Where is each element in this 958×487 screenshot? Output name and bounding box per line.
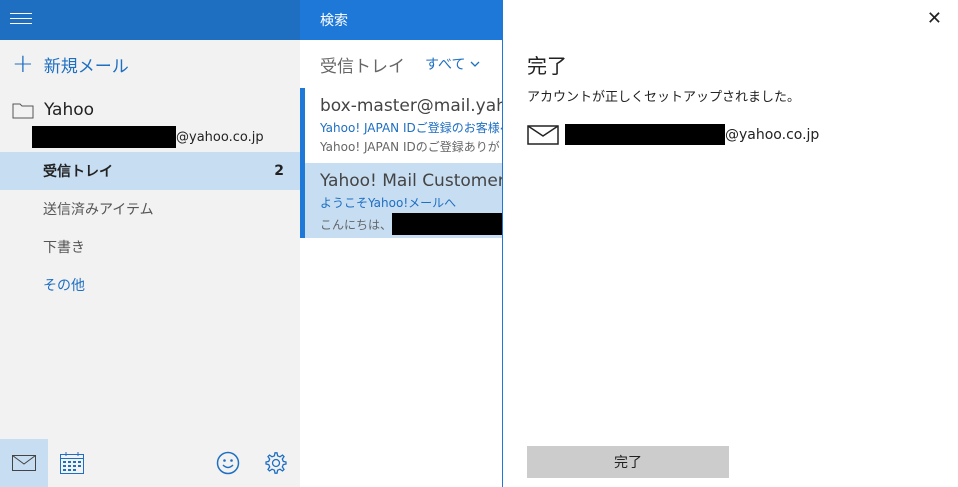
panel-title: 完了 [527,54,567,78]
message-item[interactable]: Yahoo! Mail Customer S ようこそYahoo!メールへ こん… [300,163,502,238]
message-subject: ようこそYahoo!メールへ [320,196,457,210]
account-name: Yahoo [44,100,95,120]
account-email-domain: @yahoo.co.jp [176,129,264,145]
account-email: @yahoo.co.jp [32,126,297,148]
mail-app-button[interactable] [0,439,48,487]
mail-icon [12,455,36,471]
feedback-button[interactable] [204,439,252,487]
mail-icon [527,124,559,145]
calendar-app-button[interactable] [48,439,96,487]
message-preview-row: こんにちは、 [320,213,502,235]
app-switcher [0,439,300,487]
sidebar: + 新規メール Yahoo @yahoo.co.jp 受信トレイ 2 送信済みア… [0,0,300,487]
redacted-block [392,213,502,235]
smiley-icon [216,451,240,475]
new-mail-button[interactable]: + 新規メール [12,49,129,79]
configured-account: @yahoo.co.jp [527,124,819,145]
folder-sent[interactable]: 送信済みアイテム [0,190,300,228]
gear-icon [265,452,287,474]
message-item[interactable]: box-master@mail.yahoo Yahoo! JAPAN IDご登録… [300,88,502,163]
folder-title: 受信トレイ [320,56,405,77]
settings-button[interactable] [252,439,300,487]
redacted-block [32,126,176,148]
account-section[interactable]: Yahoo @yahoo.co.jp [12,100,297,148]
folder-drafts[interactable]: 下書き [0,228,300,266]
plus-icon: + [12,49,34,79]
hamburger-menu-icon[interactable] [10,13,32,27]
filter-label: すべて [425,57,466,73]
done-button[interactable]: 完了 [527,446,729,478]
panel-message: アカウントが正しくセットアップされました。 [527,90,801,105]
setup-complete-panel: ✕ 完了 アカウントが正しくセットアップされました。 @yahoo.co.jp … [502,0,958,487]
message-sender: Yahoo! Mail Customer S [320,171,502,191]
chevron-down-icon [471,61,480,67]
folder-nav: 受信トレイ 2 送信済みアイテム 下書き その他 [0,152,300,304]
folder-label: 下書き [43,240,85,256]
folder-icon [12,103,34,118]
list-header: 受信トレイ すべて [300,40,502,88]
message-list-pane: 検索 受信トレイ すべて box-master@mail.yahoo Yahoo… [300,0,502,487]
calendar-icon [60,452,84,474]
search-placeholder: 検索 [320,13,348,29]
search-input[interactable]: 検索 [300,0,502,40]
close-icon[interactable]: ✕ [927,8,942,29]
folder-label: その他 [43,278,85,294]
folder-inbox[interactable]: 受信トレイ 2 [0,152,300,190]
message-preview: Yahoo! JAPAN IDのご登録ありがとう [320,140,502,154]
message-subject: Yahoo! JAPAN IDご登録のお客様へ [320,121,502,135]
unread-count: 2 [274,163,284,179]
redacted-block [565,124,725,145]
new-mail-label: 新規メール [43,56,129,77]
unread-indicator [300,163,305,238]
folder-label: 受信トレイ [43,164,113,180]
account-email-domain: @yahoo.co.jp [725,126,820,143]
sidebar-header [0,0,300,40]
unread-indicator [300,88,305,163]
message-sender: box-master@mail.yahoo [320,96,502,116]
filter-dropdown[interactable]: すべて [425,54,480,74]
folder-more[interactable]: その他 [0,266,300,304]
folder-label: 送信済みアイテム [43,202,154,218]
message-preview: こんにちは、 [320,217,393,232]
